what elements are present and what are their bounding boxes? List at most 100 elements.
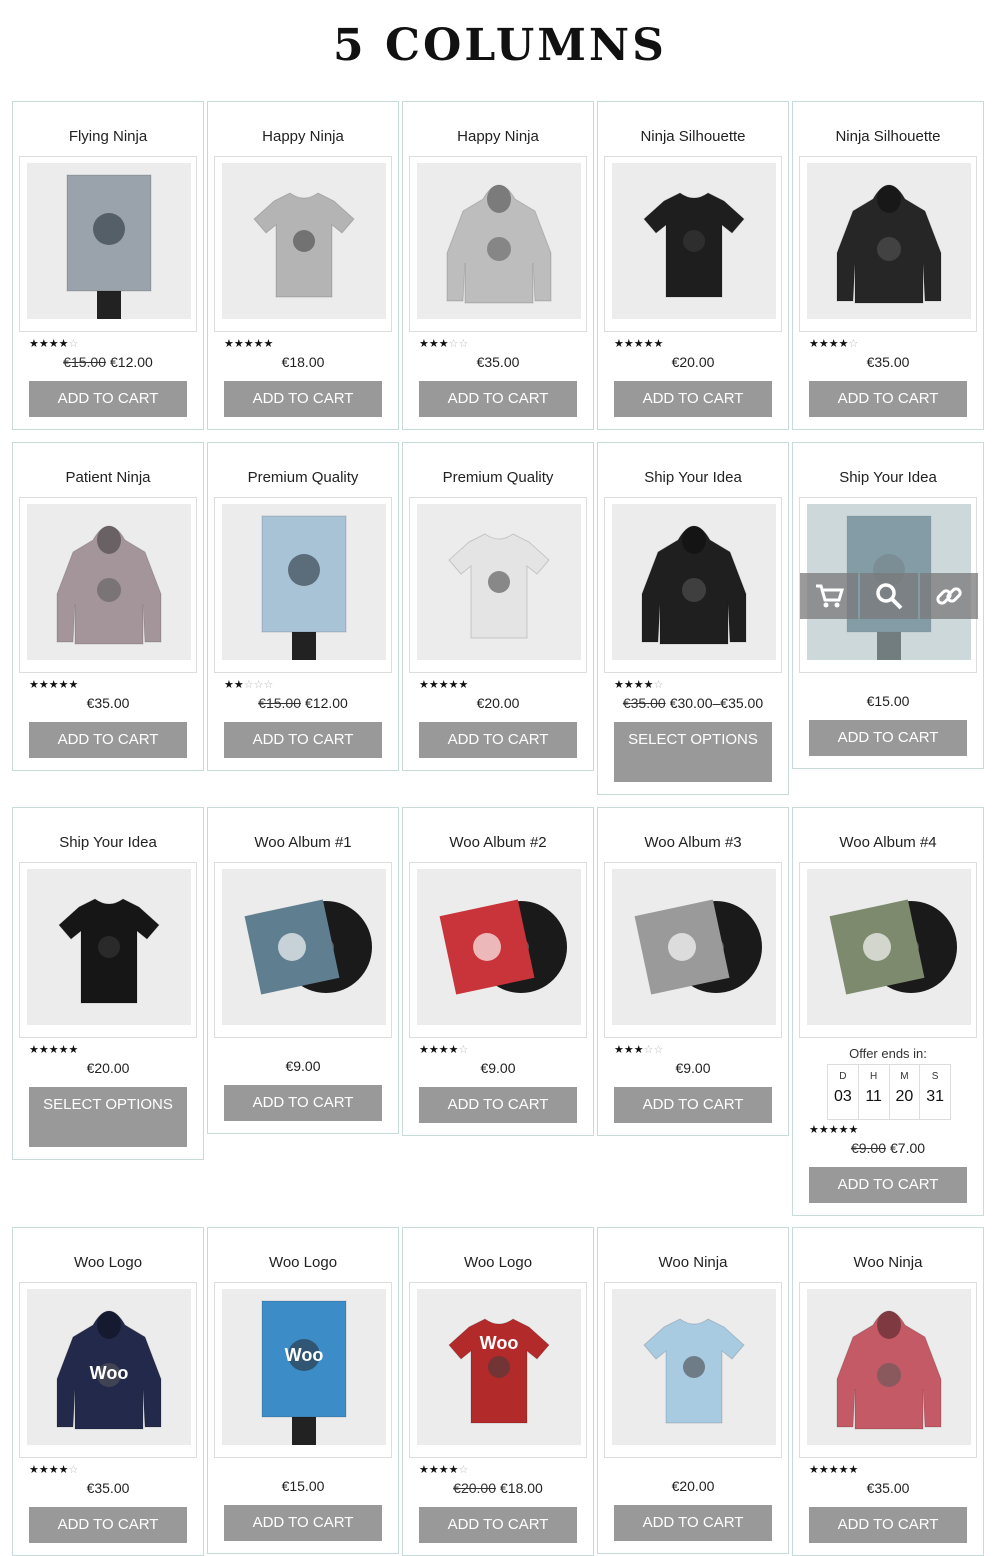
add-to-cart-button[interactable]: ADD TO CART: [419, 381, 577, 417]
add-to-cart-button[interactable]: ADD TO CART: [29, 381, 187, 417]
product-image-frame[interactable]: [604, 1282, 782, 1458]
product-card[interactable]: Happy Ninja ★★★☆☆ €35.00 ADD TO CART: [402, 101, 594, 430]
add-to-cart-button[interactable]: ADD TO CART: [224, 1505, 382, 1541]
add-to-cart-button[interactable]: ADD TO CART: [29, 722, 187, 758]
product-price: €35.00: [793, 354, 983, 370]
star-icon: ★: [38, 338, 49, 350]
add-to-cart-button[interactable]: ADD TO CART: [224, 1085, 382, 1121]
product-title[interactable]: Woo Album #1: [208, 834, 398, 851]
current-price: €35.00: [86, 695, 130, 711]
product-title[interactable]: Woo Ninja: [598, 1254, 788, 1271]
product-link-button[interactable]: [920, 573, 978, 619]
product-card[interactable]: Ninja Silhouette ★★★★☆ €35.00 ADD TO CART: [792, 101, 984, 430]
countdown-unit-label: M: [900, 1071, 909, 1082]
product-card[interactable]: Woo Logo Woo ★★★★☆ €35.00 ADD TO CART: [12, 1227, 204, 1556]
add-to-cart-button[interactable]: ADD TO CART: [419, 722, 577, 758]
star-rating: ★★★★★: [29, 679, 78, 691]
add-to-cart-button[interactable]: ADD TO CART: [809, 1167, 967, 1203]
product-image-frame[interactable]: Woo: [214, 1282, 392, 1458]
product-title[interactable]: Woo Logo: [13, 1254, 203, 1271]
product-card[interactable]: Woo Logo Woo €15.00 ADD TO CART: [207, 1227, 399, 1554]
star-rating: ★★★★★: [419, 679, 468, 691]
product-image-frame[interactable]: Woo: [409, 1282, 587, 1458]
product-card[interactable]: Happy Ninja ★★★★★ €18.00 ADD TO CART: [207, 101, 399, 430]
select-options-button[interactable]: SELECT OPTIONS: [29, 1087, 187, 1147]
product-image-frame[interactable]: [19, 497, 197, 673]
product-title[interactable]: Premium Quality: [403, 469, 593, 486]
star-rating: ★★★★☆: [809, 338, 858, 350]
product-title[interactable]: Ship Your Idea: [793, 469, 983, 486]
product-image-frame[interactable]: [214, 156, 392, 332]
add-to-cart-button[interactable]: ADD TO CART: [419, 1507, 577, 1543]
product-title[interactable]: Woo Album #4: [793, 834, 983, 851]
product-title[interactable]: Woo Logo: [208, 1254, 398, 1271]
add-to-cart-button[interactable]: ADD TO CART: [224, 381, 382, 417]
product-card[interactable]: Premium Quality ★★☆☆☆ €15.00 €12.00 ADD TO …: [207, 442, 399, 771]
product-image-frame[interactable]: [409, 156, 587, 332]
add-to-cart-button[interactable]: ADD TO CART: [419, 1087, 577, 1123]
product-title[interactable]: Woo Ninja: [793, 1254, 983, 1271]
cart-icon: [816, 584, 845, 608]
product-image-frame[interactable]: [409, 497, 587, 673]
product-card[interactable]: Woo Album #1 €9.00 ADD TO CART: [207, 807, 399, 1134]
product-image-frame[interactable]: [214, 862, 392, 1038]
product-card[interactable]: Ship Your Idea €15.00 ADD TO CART: [792, 442, 984, 769]
product-card[interactable]: Ship Your Idea ★★★★☆ €35.00 €30.00–€35.00 S…: [597, 442, 789, 795]
product-image-frame[interactable]: [409, 862, 587, 1038]
product-card[interactable]: Woo Ninja €20.00 ADD TO CART: [597, 1227, 789, 1554]
product-image-frame[interactable]: [799, 1282, 977, 1458]
product-image-frame[interactable]: [604, 497, 782, 673]
add-to-cart-button[interactable]: ADD TO CART: [809, 1507, 967, 1543]
star-icon: ★: [58, 679, 69, 691]
add-to-cart-button[interactable]: ADD TO CART: [224, 722, 382, 758]
product-title[interactable]: Woo Logo: [403, 1254, 593, 1271]
product-card[interactable]: Flying Ninja ★★★★☆ €15.00 €12.00 ADD TO CAR…: [12, 101, 204, 430]
product-title[interactable]: Ninja Silhouette: [793, 128, 983, 145]
product-title[interactable]: Flying Ninja: [13, 128, 203, 145]
add-to-cart-button[interactable]: ADD TO CART: [614, 381, 772, 417]
product-card[interactable]: Woo Album #2 ★★★★☆ €9.00 ADD TO CART: [402, 807, 594, 1136]
add-to-cart-button[interactable]: ADD TO CART: [614, 1087, 772, 1123]
add-to-cart-button[interactable]: ADD TO CART: [29, 1507, 187, 1543]
product-title[interactable]: Woo Album #2: [403, 834, 593, 851]
product-image-frame[interactable]: [19, 862, 197, 1038]
product-card[interactable]: Woo Album #4 Offer ends in: D 03 H 11 M 20 S 31 ★…: [792, 807, 984, 1216]
add-to-cart-quick-button[interactable]: [800, 573, 858, 619]
product-title[interactable]: Premium Quality: [208, 469, 398, 486]
product-title[interactable]: Ship Your Idea: [13, 834, 203, 851]
add-to-cart-button[interactable]: ADD TO CART: [614, 1505, 772, 1541]
product-title[interactable]: Patient Ninja: [13, 469, 203, 486]
product-card[interactable]: Woo Ninja ★★★★★ €35.00 ADD TO CART: [792, 1227, 984, 1556]
product-image-frame[interactable]: [799, 156, 977, 332]
product-card[interactable]: Woo Album #3 ★★★☆☆ €9.00 ADD TO CART: [597, 807, 789, 1136]
select-options-button[interactable]: SELECT OPTIONS: [614, 722, 772, 782]
current-price: €7.00: [890, 1140, 926, 1156]
product-card[interactable]: Ninja Silhouette ★★★★★ €20.00 ADD TO CART: [597, 101, 789, 430]
product-card[interactable]: Premium Quality ★★★★★ €20.00 ADD TO CART: [402, 442, 594, 771]
product-image-frame[interactable]: [604, 156, 782, 332]
add-to-cart-button[interactable]: ADD TO CART: [809, 381, 967, 417]
product-title[interactable]: Ninja Silhouette: [598, 128, 788, 145]
product-image-frame[interactable]: Woo: [19, 1282, 197, 1458]
product-image: [58, 898, 160, 1004]
product-card[interactable]: Woo Logo Woo ★★★★☆ €20.00 €18.00 ADD TO CART: [402, 1227, 594, 1556]
quick-view-button[interactable]: [860, 573, 918, 619]
product-image-frame[interactable]: [604, 862, 782, 1038]
product-title[interactable]: Happy Ninja: [403, 128, 593, 145]
product-image-frame[interactable]: [19, 156, 197, 332]
product-title[interactable]: Happy Ninja: [208, 128, 398, 145]
product-image-frame[interactable]: [214, 497, 392, 673]
product-image: [253, 192, 355, 298]
product-card[interactable]: Ship Your Idea ★★★★★ €20.00 SELECT OPTIONS: [12, 807, 204, 1160]
product-title[interactable]: Woo Album #3: [598, 834, 788, 851]
add-to-cart-button[interactable]: ADD TO CART: [809, 720, 967, 756]
star-icon: ★: [653, 338, 664, 350]
product-image-frame[interactable]: [799, 497, 978, 673]
star-icon: ★: [428, 679, 439, 691]
product-title[interactable]: Ship Your Idea: [598, 469, 788, 486]
star-icon: ★: [68, 1044, 79, 1056]
product-image-frame[interactable]: [799, 862, 977, 1038]
star-icon: ★: [29, 1464, 39, 1476]
star-icon: ★: [438, 1464, 449, 1476]
product-card[interactable]: Patient Ninja ★★★★★ €35.00 ADD TO CART: [12, 442, 204, 771]
